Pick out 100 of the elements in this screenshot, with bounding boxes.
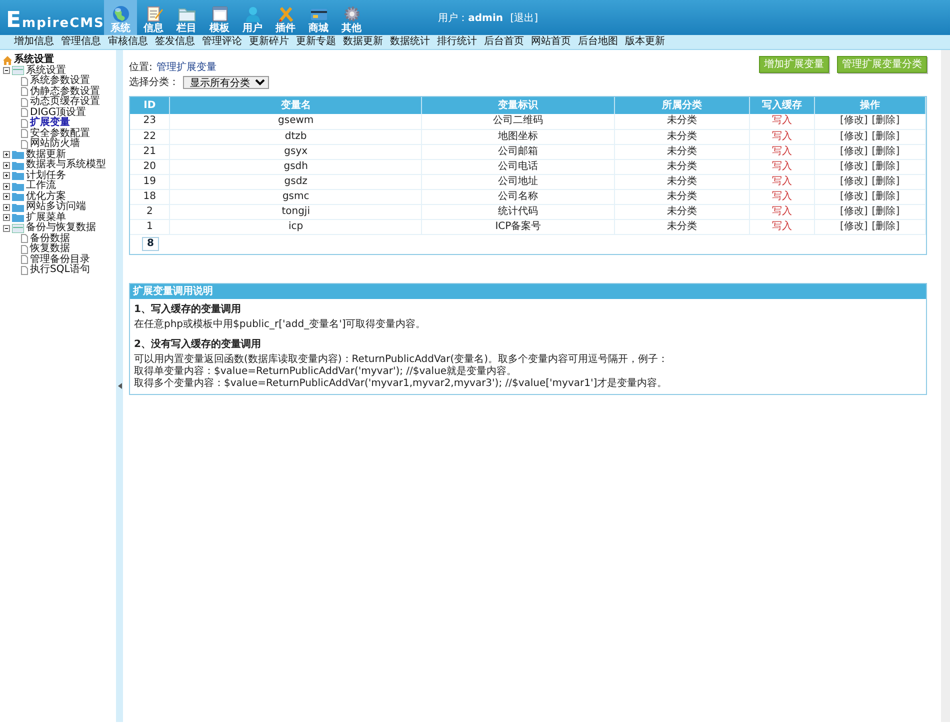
tree-item[interactable]: 安全参数配置 <box>30 128 90 139</box>
nav-tab[interactable]: 信息 <box>137 0 170 35</box>
folder-icon <box>12 160 24 170</box>
expand-toggle-icon[interactable] <box>3 172 10 180</box>
nav-tab[interactable]: 其他 <box>335 0 368 35</box>
expand-toggle-icon[interactable] <box>3 151 10 158</box>
tree-folder-item[interactable]: 优化方案 <box>26 192 66 202</box>
action-link[interactable]: [修改] <box>840 220 868 232</box>
collapse-toggle-icon[interactable] <box>3 67 10 74</box>
action-link[interactable]: [删除] <box>872 160 900 172</box>
action-link[interactable]: [修改] <box>840 115 868 126</box>
tree-item[interactable]: 扩展变量 <box>30 118 70 128</box>
column-header: 所属分类 <box>614 97 750 114</box>
menu-link[interactable]: 版本更新 <box>625 37 665 47</box>
menu-link[interactable]: 签发信息 <box>155 37 195 47</box>
help-text: 在任意php或模板中用$public_r['add_变量名']可取得变量内容。 <box>134 318 427 330</box>
tree-item[interactable]: 备份数据 <box>30 234 70 244</box>
tree-item[interactable]: 伪静态参数设置 <box>30 86 100 97</box>
action-link[interactable]: [修改] <box>840 130 868 142</box>
tree-item[interactable]: 网站防火墙 <box>30 139 80 150</box>
tree-folder-item[interactable]: 扩展菜单 <box>26 212 66 223</box>
sidebar-title: 系统设置 <box>14 55 54 66</box>
menu-link[interactable]: 后台首页 <box>484 37 524 47</box>
menu-link[interactable]: 更新碎片 <box>249 37 289 47</box>
category-select[interactable]: 显示所有分类 <box>183 76 269 89</box>
collapse-arrow-icon[interactable] <box>118 383 122 389</box>
expand-toggle-icon[interactable] <box>3 182 10 190</box>
menu-link[interactable]: 后台地图 <box>578 37 618 47</box>
tree-item[interactable]: 执行SQL语句 <box>30 265 90 276</box>
tree-folder-item[interactable]: 工作流 <box>26 181 56 192</box>
nav-tab[interactable]: 用户 <box>236 0 269 35</box>
table-cell: 公司邮箱 <box>422 144 614 159</box>
cache-link[interactable]: 写入 <box>772 176 792 186</box>
table-cell: 1 <box>130 219 170 234</box>
action-link[interactable]: [删除] <box>872 220 900 232</box>
menu-link[interactable]: 更新专题 <box>296 37 336 47</box>
table-cell: gsdh <box>170 159 422 174</box>
table-cell: ICP备案号 <box>422 219 614 234</box>
tree-folder-item[interactable]: 计划任务 <box>26 170 66 181</box>
action-link[interactable]: [删除] <box>872 190 900 202</box>
tree-item[interactable]: 恢复数据 <box>30 244 70 254</box>
nav-tab[interactable]: 商城 <box>302 0 335 35</box>
action-link[interactable]: [修改] <box>840 206 868 216</box>
menu-link[interactable]: 排行统计 <box>437 37 477 47</box>
menu-link[interactable]: 管理评论 <box>202 37 242 47</box>
section-heading: 1、写入缓存的变量调用 <box>134 304 242 316</box>
tree-folder-item[interactable]: 数据表与系统模型 <box>26 160 106 170</box>
cache-link[interactable]: 写入 <box>772 160 792 172</box>
table-cell: gsmc <box>170 189 422 204</box>
tree-folder-item[interactable]: 备份与恢复数据 <box>26 223 96 234</box>
expand-toggle-icon[interactable] <box>3 214 10 222</box>
cache-link[interactable]: 写入 <box>772 206 792 216</box>
nav-tab[interactable]: 模板 <box>203 0 236 35</box>
menu-link[interactable]: 数据更新 <box>343 37 383 47</box>
action-link[interactable]: [删除] <box>872 206 900 216</box>
expand-toggle-icon[interactable] <box>3 193 10 200</box>
action-link[interactable]: [修改] <box>840 190 868 202</box>
table-cell: gsewm <box>170 114 422 129</box>
window-icon <box>210 5 228 23</box>
cache-link[interactable]: 写入 <box>772 220 792 232</box>
user-name: admin <box>468 13 503 24</box>
folder-icon <box>12 150 24 160</box>
nav-tab[interactable]: 栏目 <box>170 0 203 35</box>
breadcrumb-link[interactable]: 管理扩展变量 <box>156 62 216 73</box>
tree-item[interactable]: 系统参数设置 <box>30 76 90 86</box>
table-cell: tongji <box>170 204 422 219</box>
page-number[interactable]: 8 <box>142 236 159 250</box>
menu-link[interactable]: 数据统计 <box>390 37 430 47</box>
tree-item[interactable]: 管理备份目录 <box>30 254 90 265</box>
collapse-toggle-icon[interactable] <box>3 224 10 232</box>
menu-link[interactable]: 管理信息 <box>61 37 101 47</box>
tree-folder-item[interactable]: 网站多访问端 <box>26 202 86 212</box>
person-icon <box>244 5 262 23</box>
column-header: 写入缓存 <box>750 97 814 114</box>
tree-folder-item[interactable]: 系统设置 <box>26 66 66 76</box>
menu-link[interactable]: 网站首页 <box>531 37 571 47</box>
action-link[interactable]: [删除] <box>872 115 900 126</box>
folder-icon <box>12 171 24 180</box>
cache-link[interactable]: 写入 <box>772 130 792 142</box>
panel-title: 扩展变量调用说明 <box>130 284 926 298</box>
action-link[interactable]: [删除] <box>872 146 900 156</box>
logout-link[interactable]: [退出] <box>510 13 538 24</box>
action-link[interactable]: [删除] <box>872 130 900 142</box>
cache-link[interactable]: 写入 <box>772 146 792 156</box>
menu-link[interactable]: 增加信息 <box>14 37 54 47</box>
table-cell: gsyx <box>170 144 422 159</box>
expand-toggle-icon[interactable] <box>3 204 10 211</box>
folder-icon <box>12 192 24 202</box>
tree-folder-item[interactable]: 数据更新 <box>26 150 66 160</box>
menu-link[interactable]: 审核信息 <box>108 37 148 47</box>
cache-link[interactable]: 写入 <box>772 115 792 126</box>
action-link[interactable]: [修改] <box>840 160 868 172</box>
action-link[interactable]: [修改] <box>840 176 868 186</box>
table-cell: icp <box>170 219 422 234</box>
action-link[interactable]: [修改] <box>840 146 868 156</box>
action-link[interactable]: [删除] <box>872 176 900 186</box>
expand-toggle-icon[interactable] <box>3 162 10 169</box>
tree-item[interactable]: 动态页缓存设置 <box>30 97 100 108</box>
nav-tab[interactable]: 插件 <box>269 0 302 35</box>
cache-link[interactable]: 写入 <box>772 190 792 202</box>
